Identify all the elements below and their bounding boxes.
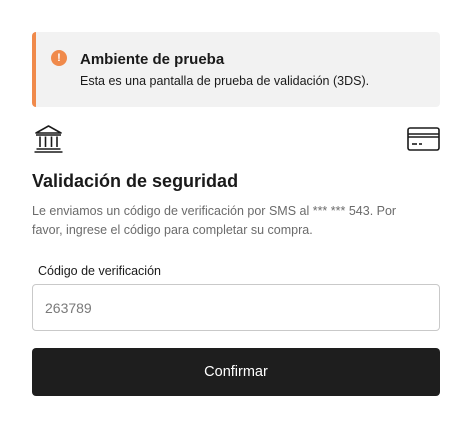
confirm-button[interactable]: Confirmar [32,348,440,396]
verification-code-input[interactable] [32,284,440,331]
code-field-label: Código de verificación [38,264,161,278]
banner-title: Ambiente de prueba [80,51,225,68]
alert-icon: ! [51,50,67,66]
test-environment-banner: ! Ambiente de prueba Esta es una pantall… [32,32,440,107]
page-title: Validación de seguridad [32,171,239,191]
banner-text: Esta es una pantalla de prueba de valida… [80,74,370,88]
verification-description: Le enviamos un código de verificación po… [32,204,397,237]
payment-3ds-page: ! Ambiente de prueba Esta es una pantall… [0,0,472,428]
credit-card-icon [407,127,440,151]
bank-icon [34,125,63,153]
